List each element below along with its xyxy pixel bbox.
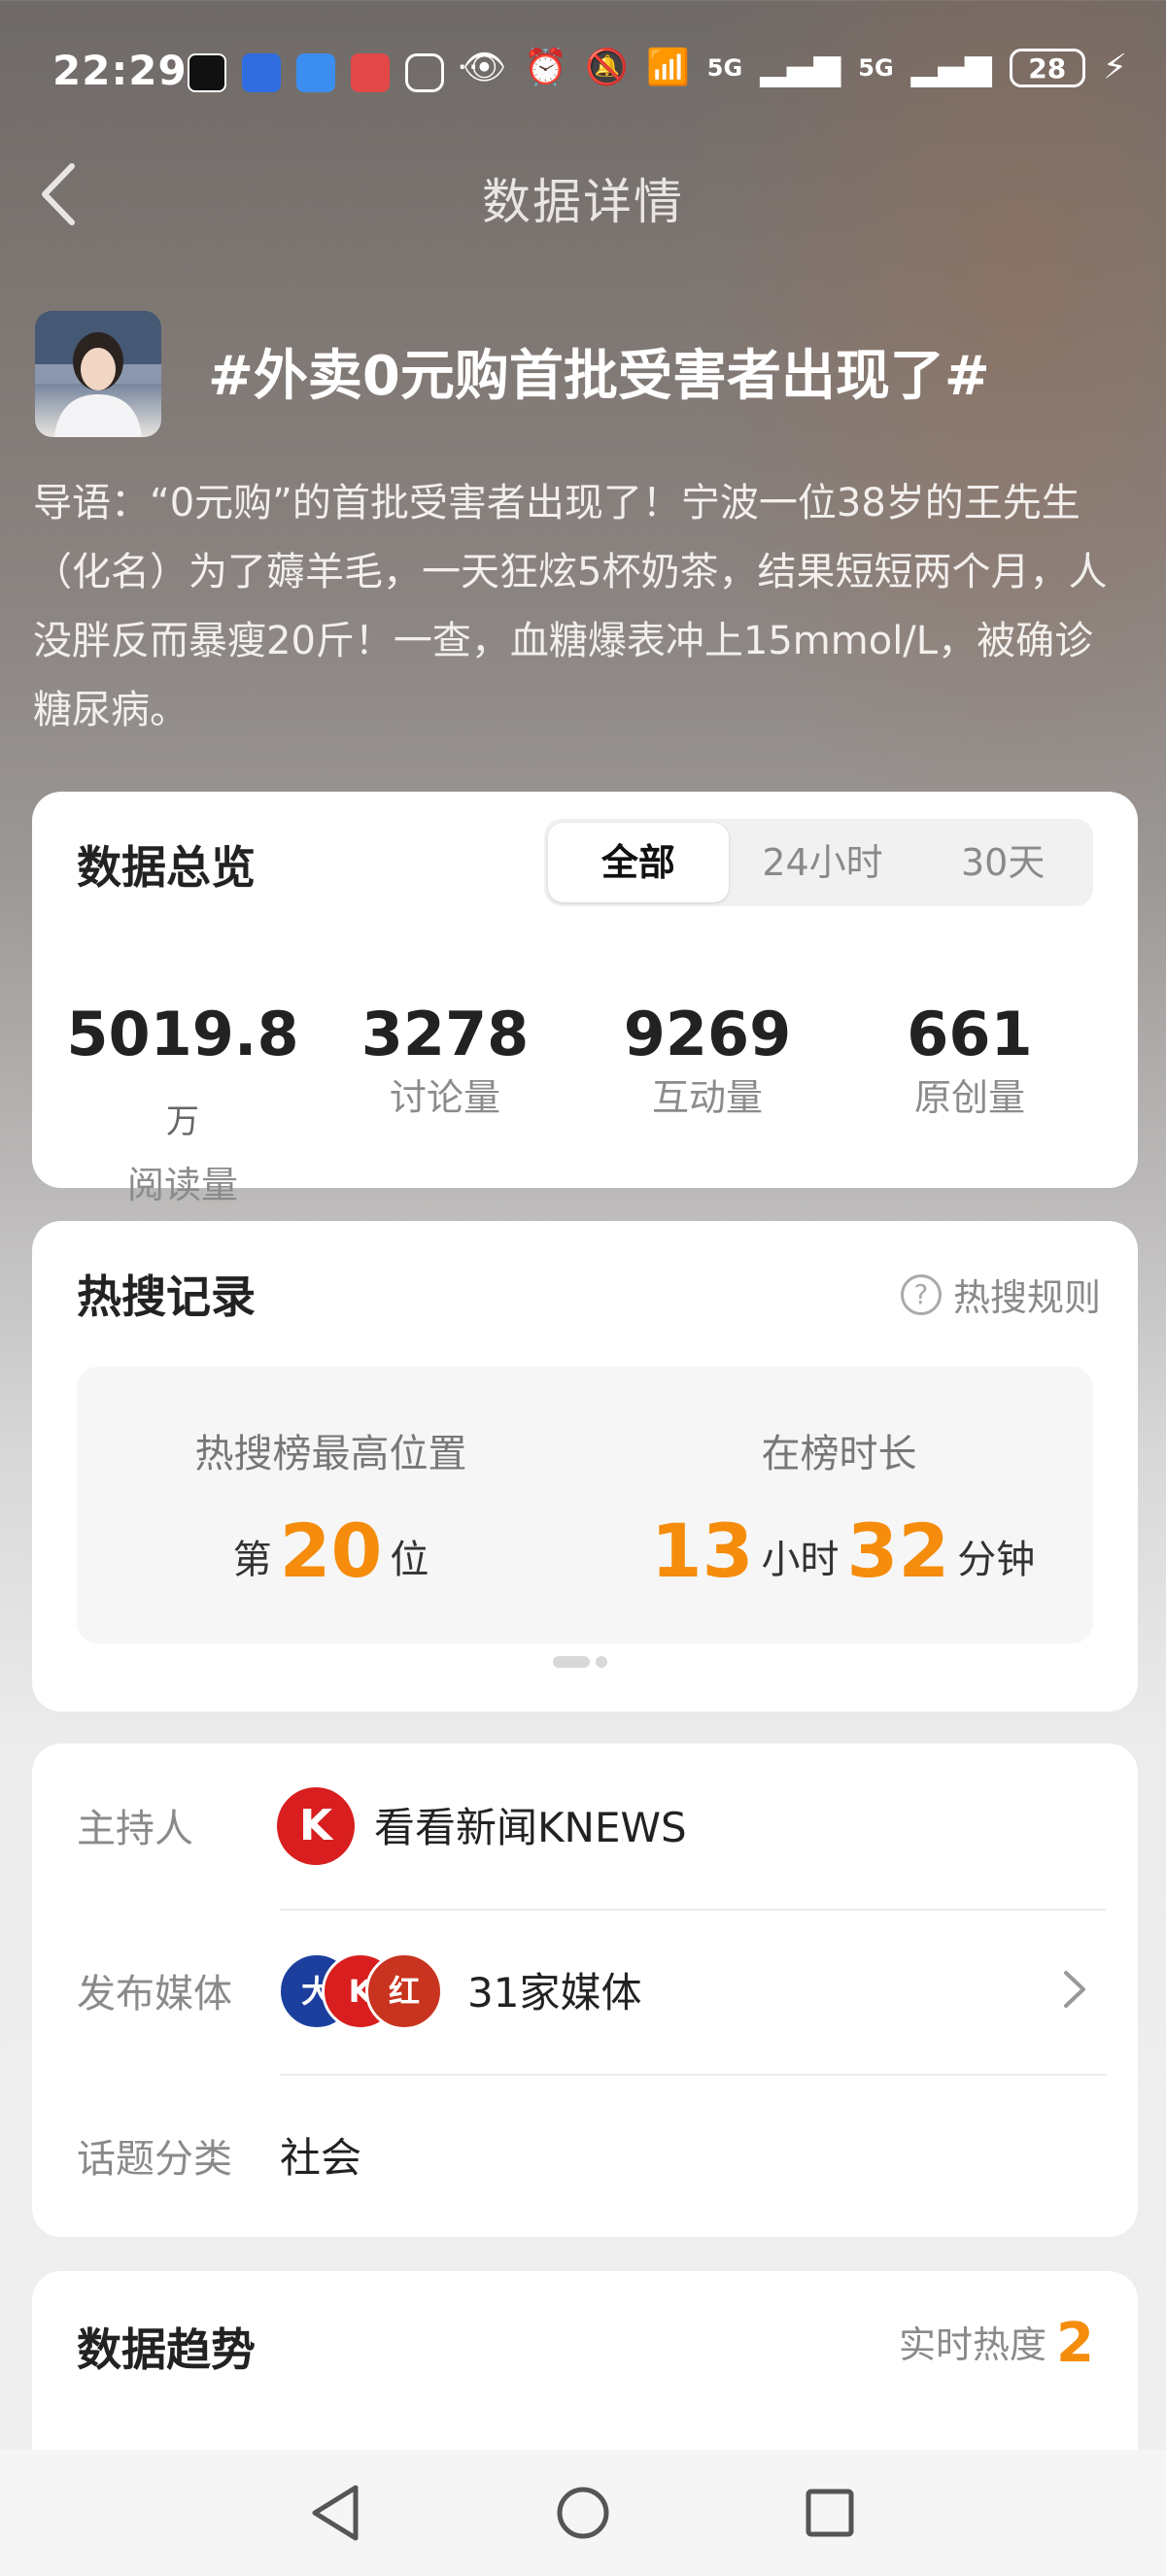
host-row[interactable]: 主持人 K 看看新闻KNEWS: [32, 1744, 1138, 1909]
stat-reads: 5019.8 万 阅读量: [51, 996, 314, 1209]
hot-search-rules-label: 热搜规则: [952, 1276, 1101, 1319]
question-icon: ?: [900, 1273, 942, 1315]
page-indicator: [553, 1656, 607, 1668]
category-label: 话题分类: [77, 2137, 232, 2182]
live-heat-value: 2: [1056, 2312, 1094, 2375]
wifi-icon: 📶: [645, 48, 690, 87]
stat-discussions-value: 3278: [360, 999, 530, 1069]
nav-back-icon[interactable]: [297, 2474, 375, 2552]
page-dot: [596, 1656, 607, 1668]
highest-rank-label: 热搜榜最高位置: [194, 1432, 467, 1476]
rank-prefix: 第: [232, 1538, 272, 1582]
browser-app-icon: [296, 53, 335, 92]
topic-avatar: [35, 311, 161, 437]
highest-rank-block: 热搜榜最高位置 第 20 位: [77, 1425, 585, 1599]
charging-icon: ⚡: [1102, 48, 1127, 87]
signal-icon-2: ▂▄▆: [910, 48, 992, 87]
nav-home-icon[interactable]: [544, 2474, 622, 2552]
host-label: 主持人: [77, 1807, 193, 1851]
stat-interactions-value: 9269: [623, 999, 792, 1069]
host-name: 看看新闻KNEWS: [374, 1804, 687, 1851]
chevron-right-icon: [1064, 1971, 1085, 2008]
duration-block: 在榜时长 13 小时 32 分钟: [585, 1425, 1093, 1599]
tab-30d[interactable]: 30天: [912, 819, 1093, 906]
nav-recents-icon[interactable]: [791, 2474, 869, 2552]
stat-reads-unit: 万: [166, 1102, 199, 1141]
hand-app-icon: [405, 53, 444, 92]
overview-card: 数据总览 全部 24小时 30天 5019.8 万 阅读量 3278 讨论量 92…: [32, 792, 1138, 1206]
rank-value: 20: [279, 1508, 383, 1594]
system-navigation-bar: [0, 2450, 1166, 2576]
tab-all[interactable]: 全部: [548, 823, 729, 902]
stat-originals-value: 661: [907, 999, 1033, 1069]
status-bar: 22:29 ··· 👁 ⏰ 🔕 📶 5G ▂▄▆ 5G ▂▄▆ 28 ⚡: [0, 0, 1166, 146]
stat-interactions: 9269 互动量: [576, 996, 839, 1209]
mute-icon: 🔕: [585, 48, 629, 87]
battery-indicator: 28: [1009, 49, 1085, 87]
rank-suffix: 位: [390, 1538, 429, 1582]
media-label: 发布媒体: [77, 1972, 232, 2017]
time-range-segmented-control: 全部 24小时 30天: [544, 819, 1093, 906]
duration-minutes: 32: [846, 1508, 950, 1594]
hot-search-title: 热搜记录: [77, 1271, 256, 1323]
stat-originals: 661 原创量: [839, 996, 1101, 1209]
category-value: 社会: [280, 2134, 362, 2182]
live-heat-label: 实时热度: [899, 2323, 1047, 2366]
hot-search-card: 热搜记录 ? 热搜规则 热搜榜最高位置 第 20 位 在榜时长 13 小时 32 分钟: [32, 1221, 1138, 1712]
media-count: 31家媒体: [467, 1969, 642, 2017]
trend-title: 数据趋势: [77, 2323, 256, 2376]
tiktok-app-icon: [188, 53, 226, 92]
status-right-group: 👁 ⏰ 🔕 📶 5G ▂▄▆ 5G ▂▄▆ 28 ⚡: [463, 49, 1127, 87]
overview-stats: 5019.8 万 阅读量 3278 讨论量 9269 互动量 661 原创量: [32, 996, 1138, 1209]
duration-hours-unit: 小时: [761, 1538, 840, 1582]
stat-reads-value: 5019.8: [66, 999, 299, 1069]
stat-discussions: 3278 讨论量: [314, 996, 576, 1209]
page-title: 数据详情: [482, 174, 684, 230]
info-card: 主持人 K 看看新闻KNEWS 发布媒体 大 K 红 31家媒体 话题分类 社会: [32, 1744, 1138, 2237]
media-row[interactable]: 发布媒体 大 K 红 31家媒体: [32, 1909, 1138, 2074]
hot-search-summary: 热搜榜最高位置 第 20 位 在榜时长 13 小时 32 分钟: [77, 1367, 1093, 1644]
duration-label: 在榜时长: [761, 1432, 917, 1476]
huawei-app-icon: [351, 53, 390, 92]
page-dot-active: [553, 1656, 590, 1668]
category-row: 话题分类 社会: [32, 2074, 1138, 2239]
stat-interactions-label: 互动量: [651, 1076, 763, 1119]
duration-minutes-unit: 分钟: [957, 1538, 1036, 1582]
alarm-icon: ⏰: [524, 48, 568, 87]
stat-reads-label: 阅读量: [126, 1164, 238, 1206]
eye-icon: 👁: [462, 48, 507, 87]
tab-24h[interactable]: 24小时: [733, 819, 913, 906]
knews-logo-icon: K: [277, 1787, 355, 1865]
media-logos: 大 K 红: [278, 1952, 443, 2030]
media-logo-icon-3: 红: [365, 1952, 443, 2030]
status-time: 22:29: [52, 47, 188, 94]
duration-hours: 13: [650, 1508, 754, 1594]
shield-app-icon: [242, 53, 281, 92]
hot-search-rules-link[interactable]: ? 热搜规则: [900, 1268, 1101, 1321]
stat-originals-label: 原创量: [913, 1076, 1025, 1119]
topic-title: #外卖0元购首批受害者出现了#: [208, 345, 990, 408]
overview-title: 数据总览: [77, 841, 256, 894]
topic-intro: 导语：“0元购”的首批受害者出现了！宁波一位38岁的王先生（化名）为了薅羊毛，一…: [33, 481, 1108, 732]
live-heat: 实时热度 2: [899, 2310, 1094, 2379]
signal-icon: ▂▄▆: [760, 48, 841, 87]
stat-discussions-label: 讨论量: [389, 1076, 500, 1119]
network-5g-label-2: 5G: [858, 54, 894, 82]
network-5g-label: 5G: [706, 54, 743, 82]
